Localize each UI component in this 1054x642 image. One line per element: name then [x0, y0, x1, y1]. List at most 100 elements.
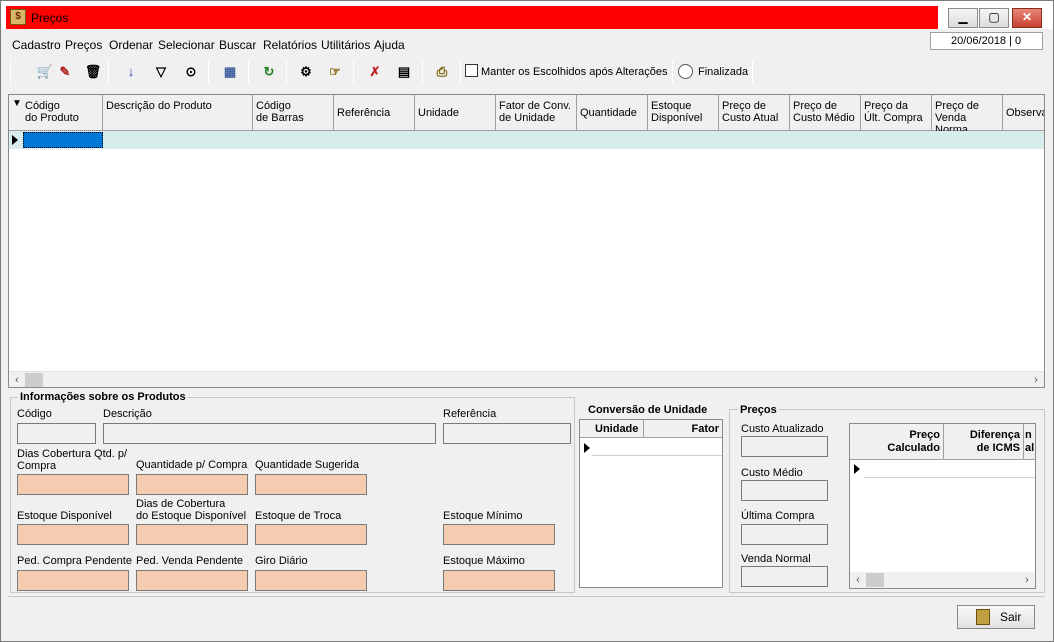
estoque-maximo-label: Estoque Máximo: [443, 555, 525, 567]
precos-scroll-right-icon[interactable]: ›: [1019, 572, 1035, 588]
custo-medio-label: Custo Médio: [741, 467, 803, 479]
menu-cadastro[interactable]: Cadastro: [12, 38, 61, 52]
menu-utilitarios[interactable]: Utilitários: [321, 38, 370, 52]
col-custo-atual[interactable]: Preço de Custo Atual: [719, 95, 790, 131]
precos-grid-header: Preço Calculado Diferença de ICMS n al: [850, 424, 1035, 460]
dias-cobertura-estoque-label: Dias de Cobertura do Estoque Disponível: [136, 498, 247, 522]
estoque-troca-field[interactable]: [255, 524, 367, 545]
col-quantidade[interactable]: Quantidade: [577, 95, 648, 131]
gears-icon[interactable]: ⚙: [295, 62, 317, 82]
precos-scroll-left-icon[interactable]: ‹: [850, 572, 866, 588]
ped-compra-label: Ped. Compra Pendente: [17, 555, 132, 567]
giro-label: Giro Diário: [255, 555, 308, 567]
ped-venda-label: Ped. Venda Pendente: [136, 555, 244, 567]
cart-edit-icon[interactable]: ✎: [54, 62, 76, 82]
precos-row[interactable]: [864, 460, 1035, 478]
col-custo-medio[interactable]: Preço de Custo Médio: [790, 95, 861, 131]
conversao-grid[interactable]: Unidade Fator: [579, 419, 723, 588]
scroll-left-icon[interactable]: ‹: [9, 372, 25, 388]
conversao-grid-header: Unidade Fator: [580, 420, 722, 438]
menu-selecionar[interactable]: Selecionar: [158, 38, 215, 52]
col-descricao[interactable]: Descrição do Produto: [103, 95, 253, 131]
close-button[interactable]: ✕: [1012, 8, 1042, 28]
col-conv-unidade[interactable]: Unidade: [592, 420, 644, 438]
ultima-compra-field[interactable]: [741, 524, 828, 545]
filter-icon[interactable]: ▽: [150, 62, 172, 82]
col-ult-compra[interactable]: Preço da Últ. Compra: [861, 95, 932, 131]
refresh-icon[interactable]: ↻: [258, 62, 280, 82]
col-precos-extra[interactable]: n al: [1024, 424, 1035, 460]
keep-selected-checkbox[interactable]: [465, 64, 478, 77]
col-referencia[interactable]: Referência: [334, 95, 415, 131]
conv-row[interactable]: [592, 438, 722, 456]
filter-indicator-icon[interactable]: ▼: [12, 98, 22, 109]
col-fator-conv[interactable]: Fator de Conv. de Unidade: [496, 95, 577, 131]
binoculars-icon[interactable]: ⊙: [180, 62, 202, 82]
menu-buscar[interactable]: Buscar: [219, 38, 256, 52]
col-codigo-barras[interactable]: Código de Barras: [253, 95, 334, 131]
venda-normal-label: Venda Normal: [741, 553, 811, 565]
venda-normal-field[interactable]: [741, 566, 828, 587]
menu-ajuda[interactable]: Ajuda: [374, 38, 405, 52]
selected-cell[interactable]: [23, 132, 103, 148]
qtd-compra-field[interactable]: [136, 474, 248, 495]
trash-icon[interactable]: 🗑: [82, 62, 104, 82]
maximize-button[interactable]: ▢: [979, 8, 1009, 28]
window-title: Preços: [31, 11, 69, 25]
estoque-disponivel-label: Estoque Disponível: [17, 510, 112, 522]
dias-cobertura-estoque-field[interactable]: [136, 524, 248, 545]
dias-cobertura-field[interactable]: [17, 474, 129, 495]
info-title: Informações sobre os Produtos: [18, 391, 188, 403]
custo-atualizado-field[interactable]: [741, 436, 828, 457]
keep-selected-label[interactable]: Manter os Escolhidos após Alterações: [481, 66, 668, 78]
bottom-divider: [8, 596, 1045, 597]
referencia-field[interactable]: [443, 423, 571, 444]
ped-compra-field[interactable]: [17, 570, 129, 591]
col-venda-normal[interactable]: Preço de Venda Norma: [932, 95, 1003, 131]
estoque-disponivel-field[interactable]: [17, 524, 129, 545]
select-icon[interactable]: ☞: [324, 62, 346, 82]
giro-field[interactable]: [255, 570, 367, 591]
table-row[interactable]: [9, 131, 1044, 149]
col-conv-fator[interactable]: Fator: [644, 420, 722, 438]
menu-relatorios[interactable]: Relatórios: [263, 38, 317, 52]
cart-add-icon[interactable]: 🛒: [34, 62, 56, 82]
col-unidade[interactable]: Unidade: [415, 95, 496, 131]
products-grid[interactable]: ▼ Código do Produto Descrição do Produto…: [8, 94, 1045, 388]
print-icon[interactable]: ⎙: [431, 62, 453, 82]
menu-ordenar[interactable]: Ordenar: [109, 38, 153, 52]
estoque-maximo-field[interactable]: [443, 570, 555, 591]
qtd-sugerida-label: Quantidade Sugerida: [255, 459, 359, 471]
minimize-button[interactable]: ▁: [948, 8, 978, 28]
col-preco-calculado[interactable]: Preço Calculado: [864, 424, 944, 460]
estoque-minimo-field[interactable]: [443, 524, 555, 545]
scroll-thumb[interactable]: [25, 373, 43, 387]
menu-precos[interactable]: Preços: [65, 38, 102, 52]
precos-grid[interactable]: Preço Calculado Diferença de ICMS n al ‹…: [849, 423, 1036, 589]
grid-horizontal-scrollbar[interactable]: ‹ ›: [9, 371, 1044, 387]
sort-az-icon[interactable]: ↓: [120, 62, 142, 82]
table-icon[interactable]: ▦: [219, 62, 241, 82]
grid-header: ▼ Código do Produto Descrição do Produto…: [9, 95, 1044, 131]
col-observacao[interactable]: Observa: [1003, 95, 1044, 131]
exit-door-icon: [976, 609, 990, 625]
ped-venda-field[interactable]: [136, 570, 248, 591]
qtd-compra-label: Quantidade p/ Compra: [136, 459, 248, 471]
checkmark-x-icon[interactable]: ✗: [364, 62, 386, 82]
custo-medio-field[interactable]: [741, 480, 828, 501]
sair-button[interactable]: Sair: [957, 605, 1035, 629]
sair-label: Sair: [1000, 610, 1022, 624]
col-codigo[interactable]: Código do Produto: [22, 95, 103, 131]
precos-scroll-thumb[interactable]: [866, 573, 884, 587]
document-icon[interactable]: ▤: [393, 62, 415, 82]
descricao-field[interactable]: [103, 423, 436, 444]
precos-row-indicator-icon: [854, 464, 860, 474]
qtd-sugerida-field[interactable]: [255, 474, 367, 495]
scroll-right-icon[interactable]: ›: [1028, 372, 1044, 388]
finalizada-label[interactable]: Finalizada: [698, 66, 748, 78]
finalizada-radio[interactable]: [678, 64, 693, 79]
col-estoque-disponivel[interactable]: Estoque Disponível: [648, 95, 719, 131]
codigo-field[interactable]: [17, 423, 96, 444]
precos-horizontal-scrollbar[interactable]: ‹ ›: [850, 572, 1035, 588]
col-diferenca-icms[interactable]: Diferença de ICMS: [944, 424, 1024, 460]
